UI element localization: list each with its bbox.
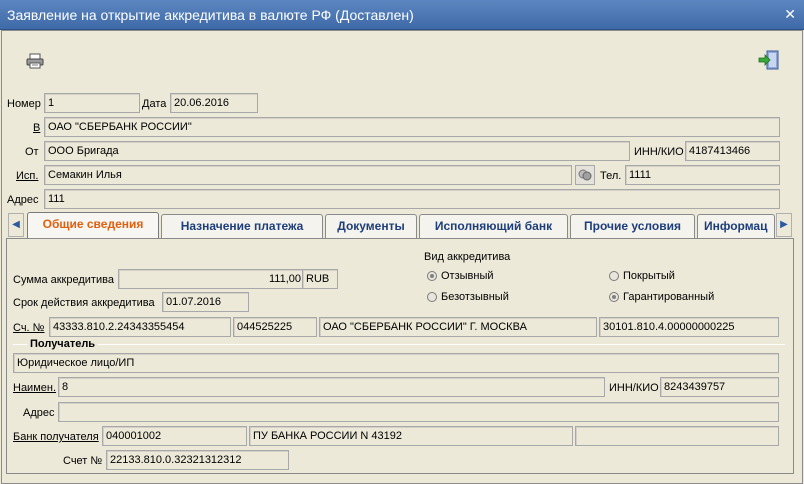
inn-label: ИНН/КИО xyxy=(634,146,684,158)
recipient-bank-extra-field[interactable] xyxy=(575,426,779,446)
general-panel: Сумма аккредитива 111,00 RUB Срок действ… xyxy=(6,238,794,474)
radio-guaranteed-label: Гарантированный xyxy=(623,291,715,303)
radio-revocable[interactable] xyxy=(427,271,437,281)
tab-other-conditions[interactable]: Прочие условия xyxy=(570,214,695,238)
tab-bar: ◀ Общие сведения Назначение платежа Доку… xyxy=(6,212,794,239)
account-field[interactable]: 43333.810.2.24343355454 xyxy=(49,317,231,337)
tab-documents[interactable]: Документы xyxy=(325,214,417,238)
currency-field[interactable]: RUB xyxy=(302,269,338,289)
radio-irrevocable[interactable] xyxy=(427,292,437,302)
validity-field[interactable]: 01.07.2016 xyxy=(162,292,249,312)
window-titlebar: Заявление на открытие аккредитива в валю… xyxy=(0,0,804,30)
radio-guaranteed[interactable] xyxy=(609,292,619,302)
recipient-separator xyxy=(13,344,785,345)
corr-account-field[interactable]: 30101.810.4.00000000225 xyxy=(599,317,779,337)
date-field[interactable]: 20.06.2016 xyxy=(170,93,258,113)
date-label: Дата xyxy=(142,98,167,110)
address-label: Адрес xyxy=(7,194,39,206)
number-field[interactable]: 1 xyxy=(44,93,140,113)
tab-information[interactable]: Информац xyxy=(697,214,775,238)
from-field[interactable]: ООО Бригада xyxy=(44,141,630,161)
executor-field[interactable]: Семакин Илья xyxy=(44,165,572,185)
recipient-account-label: Счет № xyxy=(63,455,103,467)
number-label: Номер xyxy=(7,98,41,110)
tab-scroll-left-button[interactable]: ◀ xyxy=(8,213,24,237)
recipient-bank-name-field[interactable]: ПУ БАНКА РОССИИ N 43192 xyxy=(249,426,573,446)
radio-revocable-label: Отзывный xyxy=(441,270,494,282)
recipient-name-field[interactable]: 8 xyxy=(58,377,605,397)
tab-general[interactable]: Общие сведения xyxy=(27,212,159,239)
recipient-address-field[interactable] xyxy=(58,402,779,422)
type-title: Вид аккредитива xyxy=(424,251,511,263)
executor-link[interactable]: Исп. xyxy=(16,169,38,183)
address-field[interactable]: 111 xyxy=(44,189,780,209)
window-title: Заявление на открытие аккредитива в валю… xyxy=(7,7,414,23)
tab-executing-bank[interactable]: Исполняющий банк xyxy=(419,214,568,238)
bik-field[interactable]: 044525225 xyxy=(233,317,317,337)
recipient-inn-label: ИНН/КИО xyxy=(609,382,659,394)
radio-irrevocable-label: Безотзывный xyxy=(441,291,509,303)
recipient-name-link[interactable]: Наимен. xyxy=(13,381,56,395)
account-link[interactable]: Сч. № xyxy=(13,321,44,335)
tab-scroll-right-button[interactable]: ▶ xyxy=(776,213,792,237)
recipient-kind-field[interactable]: Юридическое лицо/ИП xyxy=(13,353,779,373)
amount-label: Сумма аккредитива xyxy=(13,274,114,286)
to-bank-field[interactable]: ОАО "СБЕРБАНК РОССИИ" xyxy=(44,117,780,137)
inn-field[interactable]: 4187413466 xyxy=(685,141,780,161)
recipient-bank-link[interactable]: Банк получателя xyxy=(13,430,99,444)
recipient-section-title: Получатель xyxy=(27,337,99,351)
radio-covered[interactable] xyxy=(609,271,619,281)
recipient-bank-bik-field[interactable]: 040001002 xyxy=(102,426,247,446)
close-icon[interactable]: ✕ xyxy=(784,0,796,30)
radio-covered-label: Покрытый xyxy=(623,270,675,282)
tab-payment-purpose[interactable]: Назначение платежа xyxy=(161,214,323,238)
to-bank-link[interactable]: В xyxy=(33,121,40,135)
recipient-inn-field[interactable]: 8243439757 xyxy=(660,377,779,397)
amount-field[interactable]: 111,00 xyxy=(118,269,305,289)
bank-name-field[interactable]: ОАО "СБЕРБАНК РОССИИ" Г. МОСКВА xyxy=(319,317,597,337)
from-label: От xyxy=(25,146,39,158)
lookup-button[interactable] xyxy=(575,165,595,185)
recipient-account-field[interactable]: 22133.810.0.32321312312 xyxy=(106,450,289,470)
phone-field[interactable]: 1111 xyxy=(625,165,780,185)
phone-label: Тел. xyxy=(600,170,622,182)
exit-door-icon[interactable] xyxy=(758,49,780,71)
printer-icon[interactable] xyxy=(26,53,44,69)
lookup-icon xyxy=(578,169,592,181)
recipient-address-label: Адрес xyxy=(23,407,55,419)
validity-label: Срок действия аккредитива xyxy=(13,297,155,309)
